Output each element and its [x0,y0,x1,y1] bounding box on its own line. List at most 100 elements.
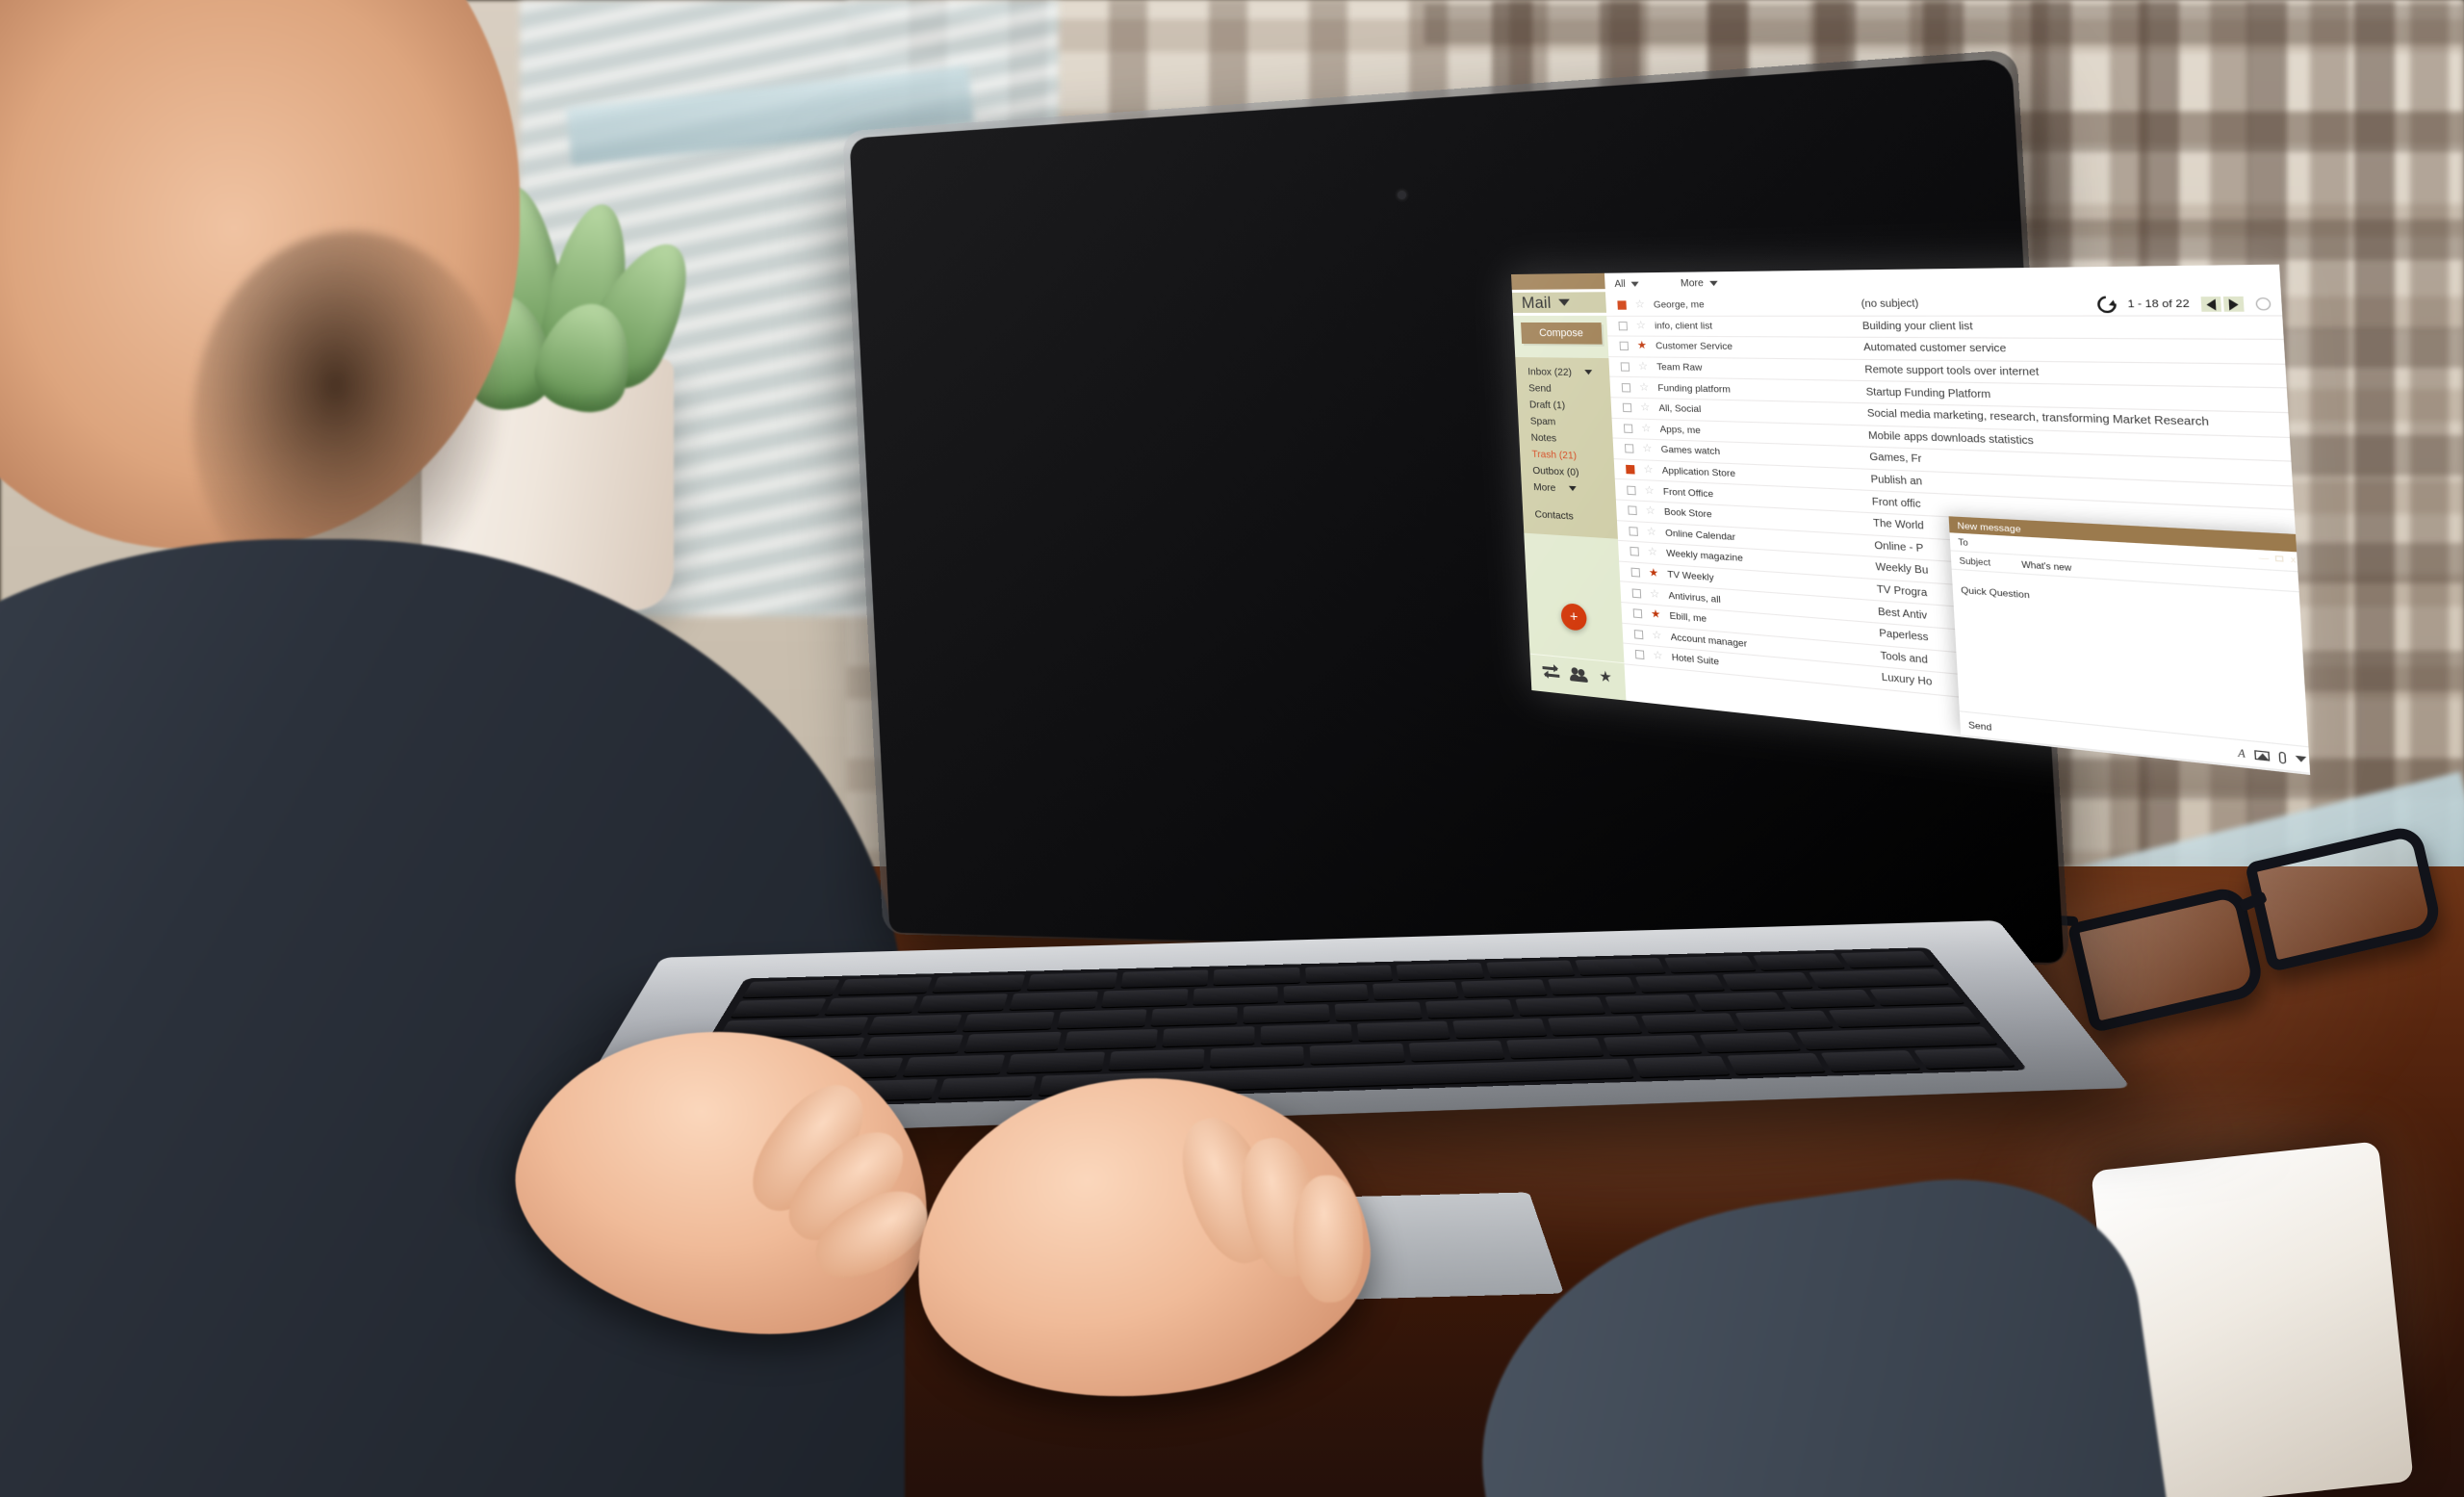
triangle-right-icon [2228,297,2239,310]
chevron-down-icon [1630,281,1639,287]
compose-maximize-button[interactable] [2275,555,2284,562]
sender-name: Customer Service [1655,341,1733,353]
row-checkbox[interactable] [1630,547,1640,557]
row-checkbox[interactable] [1620,362,1630,372]
filter-all-label: All [1614,278,1626,291]
compose-close-button[interactable]: x [2291,554,2297,564]
star-icon[interactable]: ☆ [1640,401,1651,414]
star-icon[interactable]: ★ [1599,668,1612,686]
compose-window: New message — x To Subject What's new Qu… [1948,516,2311,774]
row-checkbox[interactable] [1633,629,1644,640]
star-icon[interactable]: ☆ [1652,629,1662,641]
sender-name: Games watch [1660,444,1721,458]
row-checkbox[interactable] [1624,444,1634,454]
email-subject: Automated customer service [1862,342,2007,356]
star-icon[interactable]: ☆ [1648,546,1658,558]
chevron-down-icon[interactable] [1584,370,1593,375]
star-icon[interactable]: ☆ [1638,361,1649,374]
row-checkbox[interactable] [1631,588,1642,599]
email-subject: Publish an [1870,474,1923,488]
sidebar-item-inbox[interactable]: Inbox (22) [1516,363,1610,381]
sidebar-tools: ★ [1529,653,1626,687]
chevron-down-icon[interactable] [1558,298,1571,306]
row-checkbox[interactable] [1629,526,1638,536]
email-subject: Mobile apps downloads statistics [1867,429,2035,448]
attachment-icon[interactable] [2278,750,2287,764]
filter-all-dropdown[interactable]: All [1614,278,1639,291]
sender-name: TV Weekly [1667,569,1715,584]
star-icon[interactable]: ☆ [1634,299,1645,311]
row-checkbox[interactable] [1630,567,1641,578]
row-checkbox[interactable] [1617,300,1627,311]
star-icon[interactable]: ☆ [1636,320,1647,331]
sender-name: Application Store [1661,465,1736,480]
insert-image-icon[interactable] [2254,749,2271,761]
sender-name: George, me [1653,299,1705,311]
star-icon[interactable]: ☆ [1643,464,1654,477]
triangle-left-icon [2206,297,2217,310]
send-button[interactable]: Send [1968,718,1992,732]
more-dropdown[interactable]: More [1681,278,1718,290]
star-icon[interactable]: ☆ [1650,587,1660,600]
star-icon[interactable]: ☆ [1642,443,1653,455]
compose-window-controls: — x [2258,553,2296,565]
chevron-down-icon [1709,280,1718,287]
mail-list-pane: All More 1 - 18 of 22 ☆ George, me (no s… [1604,264,2311,775]
pagination-controls: 1 - 18 of 22 [2093,292,2272,317]
sender-name: Apps, me [1659,424,1702,437]
sidebar-item-label: Outbox (0) [1532,464,1579,478]
chevron-down-icon[interactable] [2295,755,2307,763]
compose-to-label: To [1958,536,1969,548]
sender-name: Online Calendar [1664,528,1736,544]
star-icon[interactable]: ☆ [1646,526,1656,538]
email-subject: Startup Funding Platform [1865,386,1991,401]
refresh-icon[interactable] [2093,292,2120,317]
star-icon[interactable]: ★ [1649,567,1659,580]
sidebar-item-send[interactable]: Send [1516,379,1610,398]
row-checkbox[interactable] [1628,505,1637,516]
sender-name: Team Raw [1656,361,1703,374]
previous-page-button[interactable] [2200,297,2222,312]
pagination-buttons [2200,296,2245,312]
sidebar-item-label: Spam [1529,414,1556,427]
star-icon[interactable]: ★ [1651,608,1661,621]
row-checkbox[interactable] [1622,402,1632,413]
sidebar-item-contacts[interactable]: Contacts [1522,494,1617,525]
chevron-down-icon[interactable] [1568,485,1577,492]
row-checkbox[interactable] [1623,424,1633,433]
email-subject: The World [1872,518,1925,533]
star-icon[interactable]: ★ [1637,340,1648,352]
laptop-screen: — X Mail Search mail i [1511,264,2311,775]
compose-toolbar: A [2238,747,2307,766]
compose-minimize-button[interactable]: — [2258,553,2269,564]
row-checkbox[interactable] [1634,650,1645,660]
sender-name: All, Social [1658,402,1702,416]
star-icon[interactable]: ☆ [1645,504,1656,517]
app-title: Mail [1521,293,1552,312]
star-icon[interactable]: ☆ [1641,423,1652,435]
row-checkbox[interactable] [1627,485,1636,495]
email-subject: Games, Fr [1869,452,1922,466]
row-checkbox[interactable] [1626,464,1635,475]
sidebar-item-label: Trash (21) [1531,448,1578,462]
compose-button[interactable]: Compose [1521,322,1603,345]
folder-list: Inbox (22) Send Draft (1) Spam Notes Tra… [1515,356,1618,539]
format-text-icon[interactable]: A [2238,747,2246,760]
people-icon[interactable] [1570,666,1589,683]
row-checkbox[interactable] [1621,382,1631,393]
swap-arrows-icon[interactable] [1542,664,1560,680]
circle-icon[interactable] [2255,297,2272,311]
sidebar-item-label: Send [1527,381,1552,395]
row-checkbox[interactable] [1618,321,1629,331]
next-page-button[interactable] [2222,296,2245,312]
compose-fab-button[interactable]: + [1560,602,1588,632]
email-subject: Building your client list [1861,321,1973,333]
sidebar-item-label: More [1532,480,1556,494]
row-checkbox[interactable] [1632,608,1643,619]
star-icon[interactable]: ☆ [1653,650,1663,663]
star-icon[interactable]: ☆ [1644,484,1655,497]
sender-name: info, client list [1654,320,1713,332]
star-icon[interactable]: ☆ [1639,381,1650,394]
sidebar-item-label: Draft (1) [1528,398,1566,411]
row-checkbox[interactable] [1619,342,1630,351]
